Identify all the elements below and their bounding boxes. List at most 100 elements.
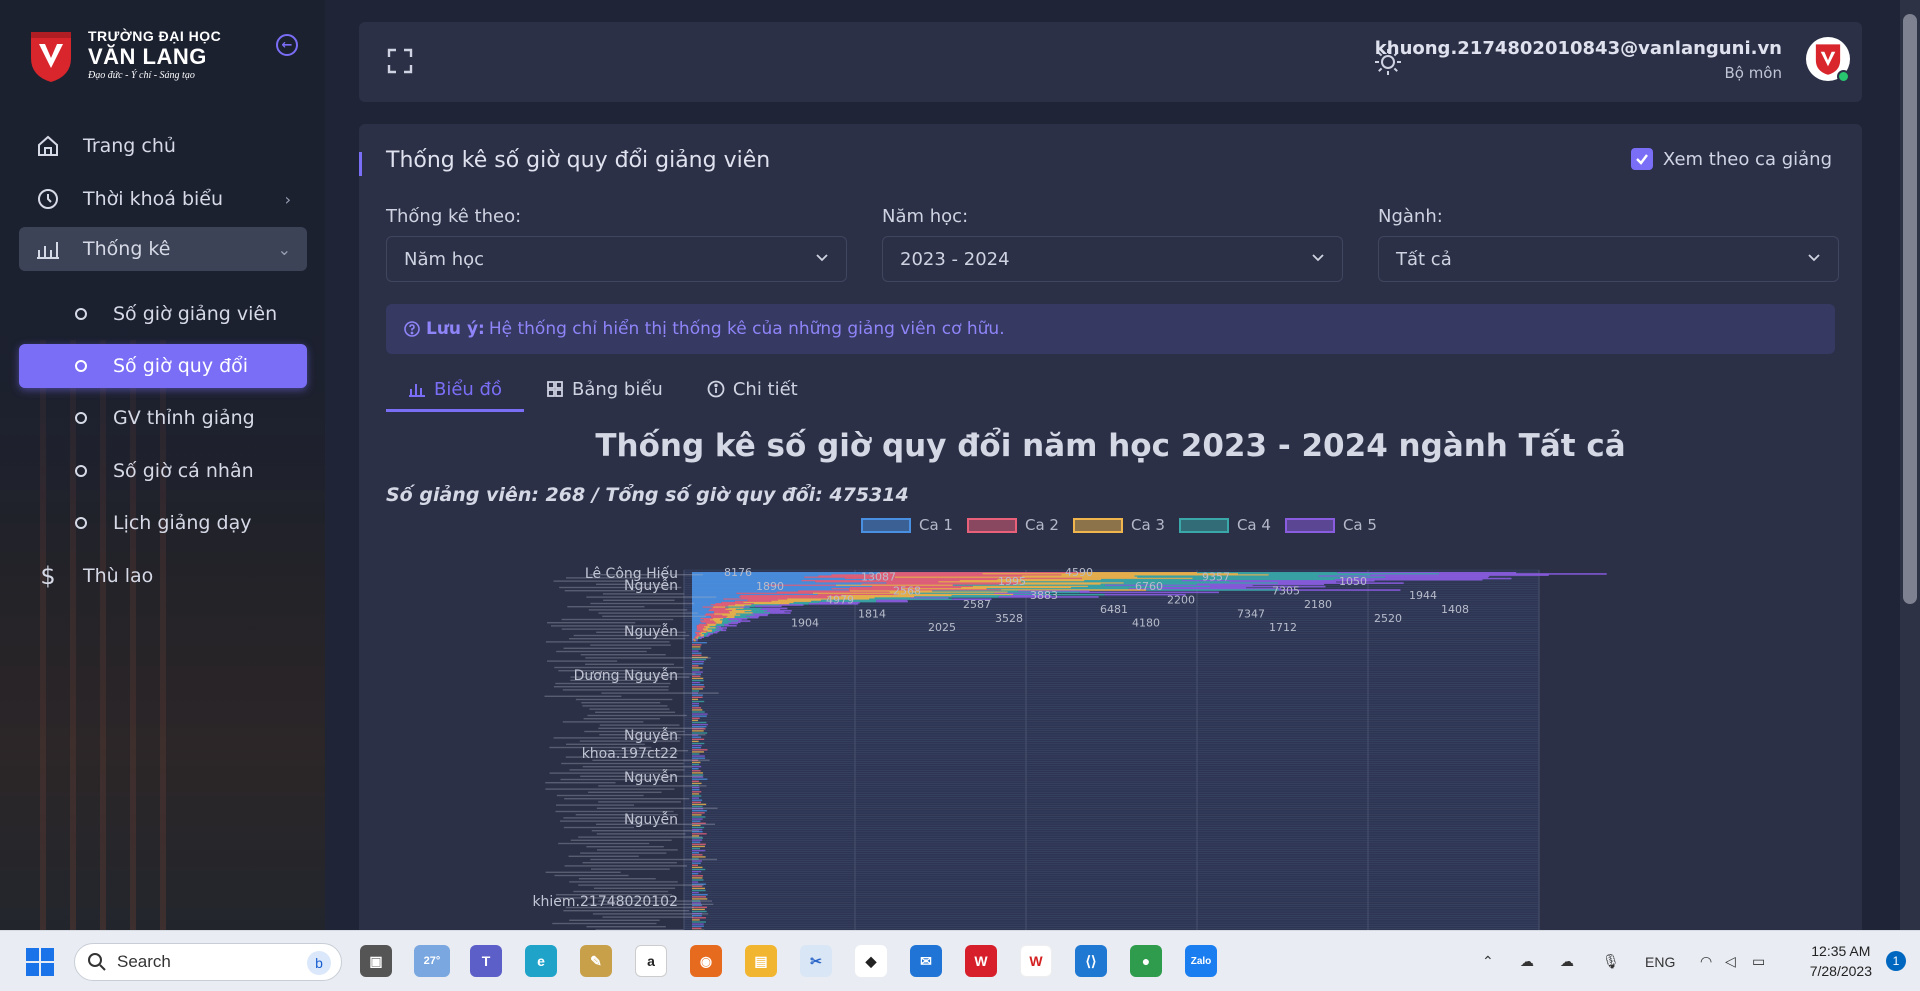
sidebar-item-thong-ke[interactable]: Thống kê ⌄	[19, 227, 307, 271]
bar-segment	[692, 891, 699, 894]
collapse-sidebar-button[interactable]: ←	[276, 34, 298, 56]
sidebar-subitem-lich-giang-day[interactable]: Lịch giảng dạy	[19, 501, 307, 545]
view-by-shift-checkbox[interactable]: Xem theo ca giảng	[1630, 148, 1832, 170]
legend-item-ca-1[interactable]: Ca 1	[861, 516, 953, 534]
bar-segment	[692, 698, 699, 701]
tab-bang-bieu[interactable]: Bảng biểu	[524, 368, 685, 410]
vscode-icon[interactable]: ⟨⟩	[1075, 945, 1107, 977]
major-select[interactable]: Tất cả	[1378, 236, 1839, 282]
sidebar-item-label: Số giờ cá nhân	[113, 460, 254, 482]
label-clutter	[547, 622, 636, 624]
bar-segment	[692, 700, 705, 703]
notification-badge[interactable]: 1	[1886, 951, 1906, 971]
tray-chevron-up-icon[interactable]: ⌃	[1482, 931, 1494, 991]
page-scrollbar[interactable]	[1900, 0, 1920, 930]
battery-icon[interactable]: ▭	[1752, 931, 1765, 991]
cloud-icon[interactable]: ☁	[1520, 931, 1534, 991]
label-clutter	[582, 862, 677, 864]
sidebar-subitem-so-gio-giang-vien[interactable]: Số giờ giảng viên	[19, 292, 307, 336]
sidebar-item-label: Thời khoá biểu	[83, 188, 224, 210]
language-indicator[interactable]: ENG	[1645, 931, 1675, 991]
label-clutter	[592, 759, 710, 761]
chrome-icon[interactable]: ●	[1130, 945, 1162, 977]
scrollbar-thumb[interactable]	[1903, 14, 1917, 604]
brand[interactable]: TRƯỜNG ĐẠI HỌC VĂN LANG Đạo đức - Ý chí …	[28, 28, 221, 84]
sidebar-item-label: Số giờ quy đổi	[113, 355, 249, 377]
taskbar-clock[interactable]: 12:35 AM 7/28/2023	[1810, 941, 1872, 981]
label-clutter	[556, 650, 647, 653]
sidebar-item-thoi-khoa-bieu[interactable]: Thời khoá biểu ›	[19, 177, 307, 221]
legend-swatch	[1072, 517, 1123, 533]
weather-icon[interactable]: 27°	[414, 945, 450, 977]
legend-item-ca-4[interactable]: Ca 4	[1178, 516, 1271, 534]
tab-label: Chi tiết	[732, 378, 798, 400]
edge-icon[interactable]: e	[525, 945, 557, 977]
help-circle-icon	[404, 321, 420, 337]
label-clutter	[585, 657, 711, 659]
label-clutter	[558, 842, 650, 845]
bar-segment	[692, 925, 704, 927]
bar-segment	[692, 732, 708, 734]
stat-type-select[interactable]: Năm học	[386, 236, 847, 282]
windows-start-icon[interactable]	[25, 947, 55, 977]
bar-segment	[692, 753, 700, 755]
label-clutter	[563, 910, 690, 912]
amazon-icon[interactable]: a	[635, 945, 667, 977]
firefox-icon[interactable]: ◉	[690, 945, 722, 977]
tab-label: Bảng biểu	[572, 378, 663, 400]
bar-segment	[692, 648, 701, 650]
app-red-icon[interactable]: W	[965, 945, 997, 977]
bar-segment	[692, 730, 704, 732]
microphone-icon[interactable]: 🎙	[1602, 931, 1620, 991]
bar-segment	[692, 686, 705, 688]
mail-icon[interactable]: ✉	[910, 945, 942, 977]
teams-icon[interactable]: T	[470, 945, 502, 977]
onedrive-icon[interactable]: ☁	[1560, 931, 1574, 991]
online-status-dot	[1837, 70, 1850, 83]
zalo-icon[interactable]: Zalo	[1185, 945, 1217, 977]
label-clutter	[582, 766, 693, 768]
data-label: 9357	[1202, 571, 1230, 584]
bar-segment	[692, 677, 704, 680]
volume-icon[interactable]: ◁	[1725, 931, 1736, 991]
bing-icon[interactable]: b	[307, 951, 331, 975]
bar-segment	[692, 818, 703, 820]
sidebar-subitem-so-gio-ca-nhan[interactable]: Số giờ cá nhân	[19, 449, 307, 493]
dropbox-icon[interactable]: ◆	[855, 945, 887, 977]
sidebar-subitem-so-gio-quy-doi[interactable]: Số giờ quy đổi	[19, 344, 307, 388]
label-clutter	[586, 926, 666, 928]
wifi-icon[interactable]: ◠	[1700, 931, 1712, 991]
snipping-tool-icon[interactable]: ✂	[800, 945, 832, 977]
legend-item-ca-2[interactable]: Ca 2	[966, 516, 1059, 534]
stacked-bar-chart: 8176 13087 1995 6760 7305 1944 4979 2587 6481 734…	[532, 565, 1607, 954]
task-view-icon[interactable]: ▣	[360, 945, 392, 977]
label-clutter	[562, 721, 644, 723]
legend-item-ca-3[interactable]: Ca 3	[1072, 516, 1165, 534]
fullscreen-icon[interactable]	[387, 48, 413, 74]
bar-segment	[692, 826, 705, 829]
label-clutter	[569, 881, 678, 883]
sidebar-item-thu-lao[interactable]: $ Thù lao	[19, 554, 307, 598]
bar-segment	[692, 789, 700, 791]
sidebar-item-trang-chu[interactable]: Trang chủ	[19, 124, 307, 168]
bar-segment	[692, 805, 703, 808]
label-clutter	[573, 890, 669, 893]
data-label: 3883	[1030, 589, 1058, 602]
tab-chi-tiet[interactable]: Chi tiết	[685, 368, 820, 410]
bar-segment	[692, 852, 700, 854]
label-clutter	[561, 618, 674, 621]
file-explorer-icon[interactable]: ▤	[745, 945, 777, 977]
wps-icon[interactable]: W	[1020, 945, 1052, 977]
page-title: Thống kê số giờ quy đổi giảng viên	[386, 148, 771, 173]
arrow-left-icon: ←	[281, 37, 293, 53]
taskbar-search[interactable]: Search b	[74, 943, 342, 981]
tab-bieu-do[interactable]: Biểu đồ	[386, 368, 524, 412]
chart-subtitle: Số giảng viên: 268 / Tổng số giờ quy đổi…	[386, 484, 909, 506]
school-year-select[interactable]: 2023 - 2024	[882, 236, 1343, 282]
sidebar-subitem-gv-thinh-giang[interactable]: GV thỉnh giảng	[19, 396, 307, 440]
tools-icon[interactable]: ✎	[580, 945, 612, 977]
legend-swatch	[966, 517, 1017, 533]
bar-segment	[692, 833, 707, 835]
title-accent	[359, 152, 362, 176]
legend-item-ca-5[interactable]: Ca 5	[1284, 516, 1377, 534]
